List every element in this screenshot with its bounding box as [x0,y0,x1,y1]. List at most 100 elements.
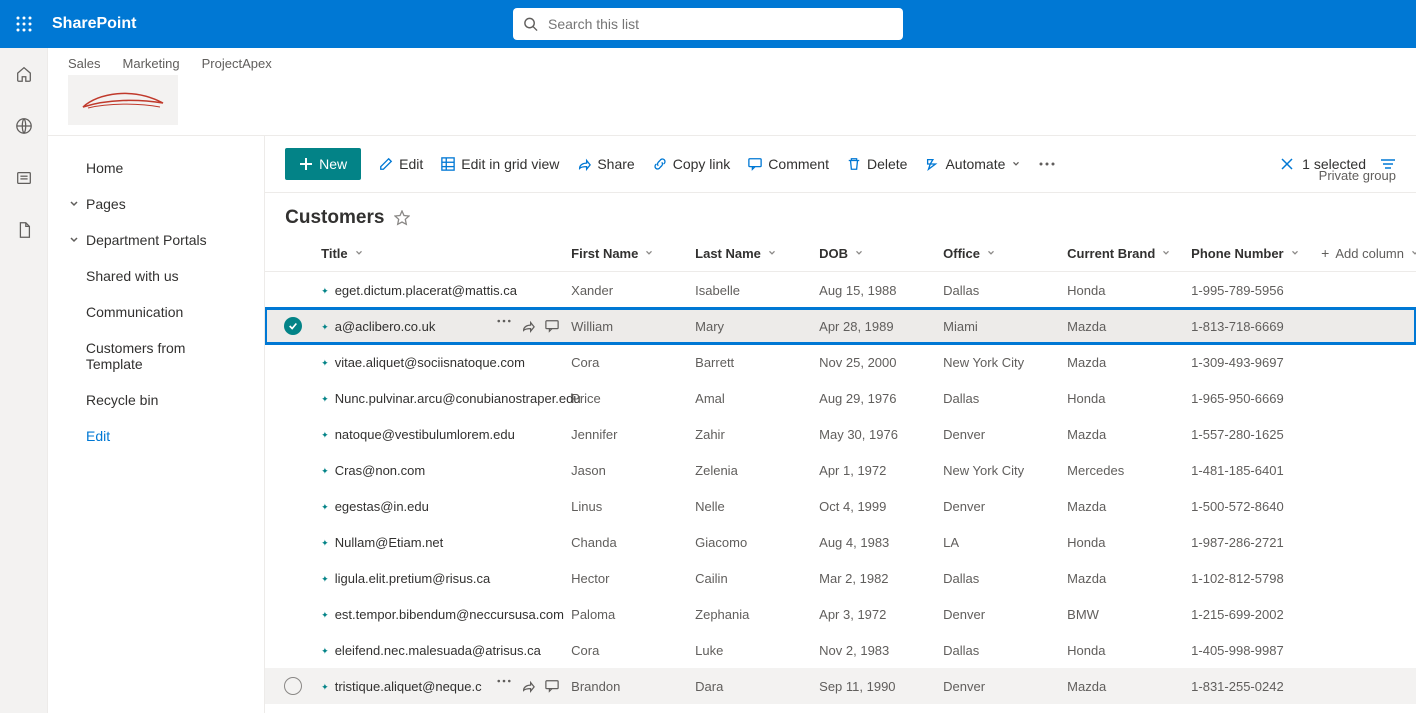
comment-button[interactable]: Comment [748,156,829,172]
add-column-button[interactable]: +Add column [1321,245,1416,261]
more-actions-button[interactable] [1039,162,1055,166]
table-row[interactable]: ✦eleifend.nec.malesuada@atrisus.caCoraLu… [265,632,1416,668]
nav-home[interactable]: Home [48,150,264,186]
rail-files-button[interactable] [8,214,40,246]
table-row[interactable]: ✦vitae.aliquet@sociisnatoque.comCoraBarr… [265,344,1416,380]
row-cell-first: Jason [571,463,695,478]
row-comment-icon[interactable] [545,679,559,693]
row-title-cell[interactable]: ✦ligula.elit.pretium@risus.ca [321,571,571,586]
car-logo-icon [78,85,168,115]
new-button[interactable]: New [285,148,361,180]
search-box[interactable] [513,8,903,40]
table-row[interactable]: ✦Nullam@Etiam.netChandaGiacomoAug 4, 198… [265,524,1416,560]
waffle-icon [16,16,32,32]
row-title-cell[interactable]: ✦vitae.aliquet@sociisnatoque.com [321,355,571,370]
column-header-title[interactable]: Title [321,246,571,261]
nav-customers-from-template[interactable]: Customers from Template [48,330,264,382]
row-title-cell[interactable]: ✦est.tempor.bibendum@neccursusa.com [321,607,571,622]
column-header-office[interactable]: Office [943,246,1067,261]
chevron-down-icon [644,248,654,258]
list-title: Customers [285,207,384,229]
table-body: ✦eget.dictum.placerat@mattis.caXanderIsa… [265,272,1416,710]
edit-button[interactable]: Edit [379,156,423,172]
plus-icon [299,157,313,171]
brand-label[interactable]: SharePoint [52,15,136,33]
row-title-text: vitae.aliquet@sociisnatoque.com [335,355,525,370]
row-cell-first: William [571,319,695,334]
row-title-cell[interactable]: ✦Nullam@Etiam.net [321,535,571,550]
row-title-cell[interactable]: ✦ a@aclibero.co.uk [321,319,571,334]
row-title-text: a@aclibero.co.uk [335,319,436,334]
rail-sites-button[interactable] [8,110,40,142]
row-title-text: eget.dictum.placerat@mattis.ca [335,283,517,298]
copy-link-button[interactable]: Copy link [653,156,731,172]
row-title-cell[interactable]: ✦egestas@in.edu [321,499,571,514]
row-title-text: eleifend.nec.malesuada@atrisus.ca [335,643,541,658]
trash-icon [847,157,861,171]
automate-button[interactable]: Automate [925,156,1021,172]
row-title-cell[interactable]: ✦tristique.aliquet@neque.c [321,679,571,694]
rail-home-button[interactable] [8,58,40,90]
row-cell-first: Jennifer [571,427,695,442]
row-cell-phone: 1-831-255-0242 [1191,679,1321,694]
row-title-cell[interactable]: ✦eget.dictum.placerat@mattis.ca [321,283,571,298]
nav-recycle-bin[interactable]: Recycle bin [48,382,264,418]
row-cell-brand: BMW [1067,607,1191,622]
table-row[interactable]: ✦est.tempor.bibendum@neccursusa.comPalom… [265,596,1416,632]
row-title-cell[interactable]: ✦Cras@non.com [321,463,571,478]
column-header-dob[interactable]: DOB [819,246,943,261]
row-more-icon[interactable] [497,319,511,323]
new-item-badge-icon: ✦ [321,322,329,333]
table-row[interactable]: ✦eget.dictum.placerat@mattis.caXanderIsa… [265,272,1416,308]
site-logo[interactable] [68,75,178,125]
nav-pages[interactable]: Pages [48,186,264,222]
site-tab-marketing[interactable]: Marketing [123,56,180,71]
delete-button[interactable]: Delete [847,156,907,172]
site-tab-sales[interactable]: Sales [68,56,101,71]
table-row[interactable]: ✦egestas@in.eduLinusNelleOct 4, 1999Denv… [265,488,1416,524]
row-select-checkbox[interactable] [284,317,302,335]
row-cell-last: Dara [695,679,819,694]
nav-edit-link[interactable]: Edit [48,418,264,454]
rail-news-button[interactable] [8,162,40,194]
share-button[interactable]: Share [577,156,634,172]
column-header-current-brand[interactable]: Current Brand [1067,246,1191,261]
favorite-star-icon[interactable] [394,210,410,226]
nav-communication[interactable]: Communication [48,294,264,330]
table-row[interactable]: ✦tristique.aliquet@neque.cBrandonDaraSep… [265,668,1416,704]
nav-shared-with-us[interactable]: Shared with us [48,258,264,294]
table-row[interactable]: ✦Cras@non.comJasonZeleniaApr 1, 1972New … [265,452,1416,488]
row-cell-last: Luke [695,643,819,658]
search-input[interactable] [546,15,893,33]
row-title-cell[interactable]: ✦Nunc.pulvinar.arcu@conubianostraper.edu [321,391,571,406]
table-row[interactable]: ✦Nunc.pulvinar.arcu@conubianostraper.edu… [265,380,1416,416]
row-share-icon[interactable] [521,319,535,333]
column-header-first-name[interactable]: First Name [571,246,695,261]
table-row[interactable]: ✦ligula.elit.pretium@risus.caHectorCaili… [265,560,1416,596]
table-row[interactable]: ✦a@aclibero.co.ukWilliamMaryApr 28, 1989… [265,308,1416,344]
new-item-badge-icon: ✦ [321,646,329,657]
new-item-badge-icon: ✦ [321,610,329,621]
row-title-cell[interactable]: ✦ eleifend.nec.malesuada@atrisus.ca [321,643,571,658]
row-select-checkbox[interactable] [284,677,302,695]
app-launcher-button[interactable] [0,0,48,48]
edit-grid-button[interactable]: Edit in grid view [441,156,559,172]
table-row[interactable]: ✦natoque@vestibulumlorem.eduJenniferZahi… [265,416,1416,452]
row-cell-brand: Honda [1067,643,1191,658]
row-share-icon[interactable] [521,679,535,693]
left-app-rail [0,48,48,713]
column-header-last-name[interactable]: Last Name [695,246,819,261]
command-bar: New Edit Edit in grid view Share Copy li… [265,136,1416,193]
row-cell-office: Denver [943,427,1067,442]
column-header-phone-number[interactable]: Phone Number [1191,246,1321,261]
row-comment-icon[interactable] [545,319,559,333]
site-tab-projectapex[interactable]: ProjectApex [202,56,272,71]
row-title-cell[interactable]: ✦natoque@vestibulumlorem.edu [321,427,571,442]
share-icon [577,157,591,171]
site-header: Sales Marketing ProjectApex Private grou… [48,48,1416,136]
row-more-icon[interactable] [497,679,511,683]
table-header: Title First Name Last Name DOB Office Cu… [265,235,1416,272]
row-cell-office: Dallas [943,643,1067,658]
row-cell-first: Brandon [571,679,695,694]
nav-department-portals[interactable]: Department Portals [48,222,264,258]
